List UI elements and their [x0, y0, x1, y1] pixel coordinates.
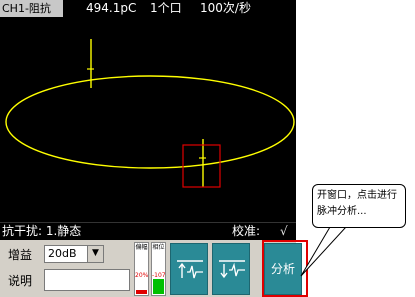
- oscilloscope-screen: CH1-阻抗 494.1pC 1个口 100次/秒 抗干扰: 1.静态 校准: …: [0, 0, 296, 241]
- chevron-down-icon[interactable]: ▼: [87, 246, 103, 262]
- phase-meter-value: -107: [152, 272, 166, 279]
- channel-label[interactable]: CH1-阻抗: [0, 0, 63, 17]
- waveform-plot[interactable]: [0, 17, 296, 212]
- rate-readout: 100次/秒: [200, 1, 251, 15]
- readout-bar: 494.1pC 1个口 100次/秒: [64, 0, 296, 17]
- calibration-check: √: [280, 224, 288, 238]
- pulse-up-button[interactable]: [170, 243, 208, 295]
- gain-value: 20dB: [48, 247, 77, 260]
- instrument-window: CH1-阻抗 494.1pC 1个口 100次/秒 抗干扰: 1.静态 校准: …: [0, 0, 415, 297]
- pulse-up-icon: [177, 260, 203, 279]
- gain-label: 增益: [8, 248, 33, 262]
- phase-meter-label: 相位: [152, 244, 165, 251]
- description-input[interactable]: [44, 269, 130, 291]
- charge-readout: 494.1pC: [86, 1, 137, 15]
- pulse-down-icon: [219, 260, 245, 279]
- annotation-callout: 开窗口，点击进行脉冲分析...: [312, 184, 406, 228]
- sine-ellipse-trace: [5, 75, 295, 169]
- count-readout: 1个口: [150, 1, 182, 15]
- amplitude-meter-value: 20%: [135, 272, 149, 279]
- pulse-marker-2: [199, 139, 206, 187]
- status-footer: 抗干扰: 1.静态 校准: √: [0, 222, 296, 241]
- amplitude-meter-fill: [136, 290, 147, 294]
- pulse-down-button[interactable]: [212, 243, 250, 295]
- phase-meter: 相位 -107: [151, 242, 166, 296]
- analyze-highlight-frame: [262, 240, 308, 297]
- control-panel: 增益 20dB ▼ 说明 偏幅 20% 相位 -107 分析: [0, 240, 302, 297]
- gain-select[interactable]: 20dB ▼: [44, 245, 104, 263]
- calibration-label: 校准:: [232, 224, 261, 238]
- status-header: CH1-阻抗 494.1pC 1个口 100次/秒: [0, 0, 296, 17]
- phase-meter-fill: [153, 279, 164, 294]
- amplitude-meter-label: 偏幅: [135, 244, 148, 251]
- description-label: 说明: [8, 274, 33, 288]
- amplitude-meter: 偏幅 20%: [134, 242, 149, 296]
- interference-status: 抗干扰: 1.静态: [2, 224, 82, 238]
